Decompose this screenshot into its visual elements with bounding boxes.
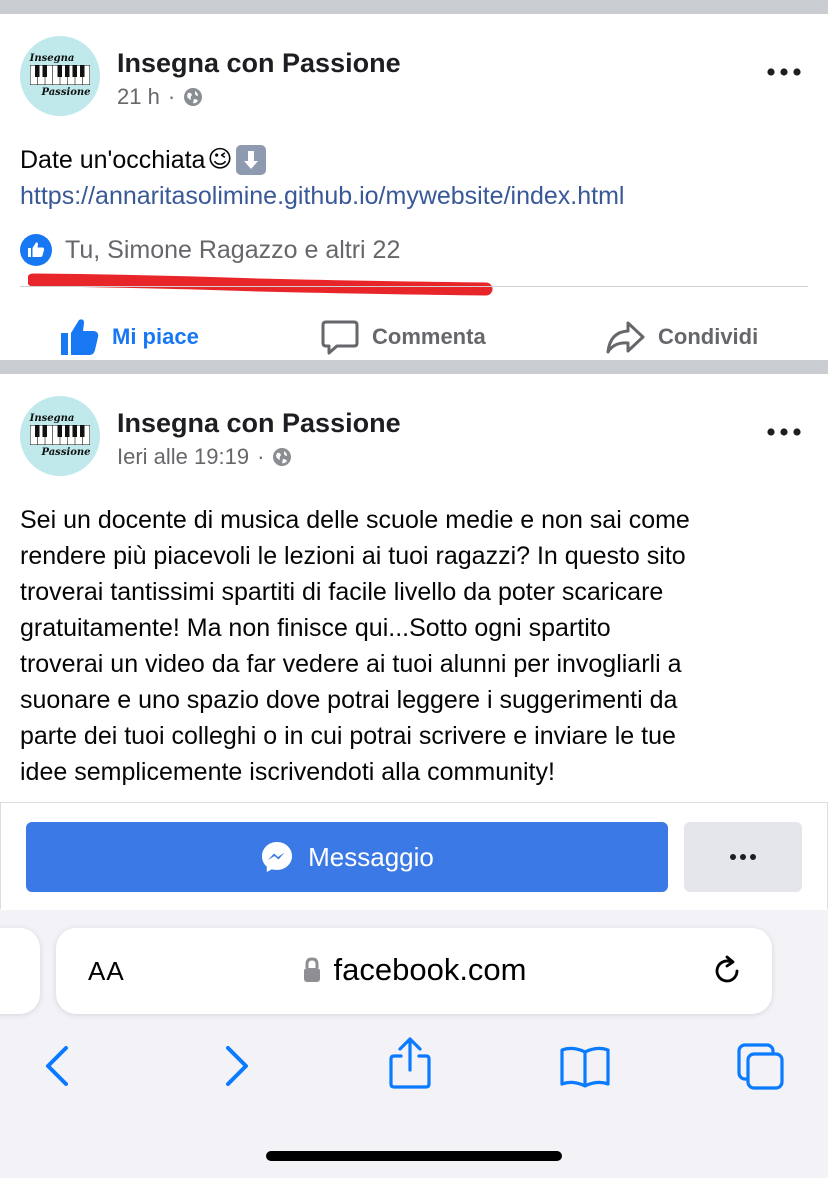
previous-tab-pill[interactable]	[0, 928, 40, 1014]
url-display[interactable]: facebook.com	[56, 952, 772, 988]
share-button[interactable]: Condividi	[604, 314, 758, 360]
avatar-text-bottom: Passione	[41, 87, 91, 98]
reload-icon[interactable]	[710, 954, 744, 988]
message-button-label: Messaggio	[308, 841, 434, 872]
meta-separator: ·	[167, 84, 176, 109]
share-label: Condividi	[658, 324, 759, 349]
more-icon	[730, 854, 756, 860]
post-link[interactable]: https://annaritasolimine.github.io/myweb…	[20, 178, 624, 214]
comment-button[interactable]: Commenta	[320, 314, 486, 360]
post-card-1: Insegna Passione Insegna con Passione 21…	[0, 14, 828, 360]
piano-keys-logo	[30, 425, 90, 445]
home-indicator	[266, 1151, 562, 1161]
message-more-button[interactable]	[684, 822, 802, 892]
bookmarks-icon[interactable]	[558, 1044, 612, 1088]
wink-emoji: 😉	[207, 146, 233, 173]
post-line: Sei un docente di musica delle scuole me…	[20, 506, 690, 534]
comment-label: Commenta	[372, 324, 486, 349]
like-label: Mi piace	[112, 324, 199, 349]
reactions-text: Tu, Simone Ragazzo e altri 22	[65, 235, 401, 264]
message-box: Messaggio	[0, 802, 828, 909]
post-line: suonare e uno spazio dove potrai leggere…	[20, 686, 678, 714]
address-bar[interactable]: AA facebook.com	[56, 928, 772, 1014]
post-time[interactable]: Ieri alle 19:19	[117, 444, 249, 470]
post-card-2: Insegna Passione Insegna con Passione Ie…	[0, 374, 828, 910]
more-icon[interactable]	[764, 422, 804, 442]
page-avatar[interactable]: Insegna Passione	[20, 36, 100, 116]
page-avatar[interactable]: Insegna Passione	[20, 396, 100, 476]
post-meta: 21 h ·	[117, 84, 203, 110]
avatar-text-bottom: Passione	[41, 447, 91, 458]
reactions-row[interactable]: Tu, Simone Ragazzo e altri 22	[20, 234, 400, 266]
post-meta: Ieri alle 19:19 ·	[117, 444, 292, 470]
share-icon	[606, 321, 645, 354]
comment-icon	[321, 320, 359, 355]
post-time[interactable]: 21 h	[117, 84, 160, 110]
lock-icon	[303, 957, 320, 982]
post-line: rendere più piacevoli le lezioni ai tuoi…	[20, 542, 686, 570]
post-line: troverai tantissimi spartiti di facile l…	[20, 578, 664, 606]
post-text-content: Date un'occhiata	[20, 146, 206, 174]
post-line: parte dei tuoi colleghi o in cui potrai …	[20, 722, 676, 750]
globe-icon	[273, 448, 292, 466]
piano-keys-logo	[30, 65, 90, 85]
post-line: gratuitamente! Ma non finisce qui...Sott…	[20, 614, 611, 642]
post-body: Sei un docente di musica delle scuole me…	[20, 502, 690, 790]
post-line: troverai un video da far vedere ai tuoi …	[20, 650, 682, 678]
page-name[interactable]: Insegna con Passione	[117, 408, 401, 439]
back-icon[interactable]	[40, 1044, 76, 1088]
more-icon[interactable]	[764, 62, 804, 82]
avatar-text-top: Insegna	[29, 53, 75, 64]
url-domain: facebook.com	[333, 952, 527, 987]
message-button[interactable]: Messaggio	[26, 822, 668, 892]
post-line: idee semplicemente iscrivendoti alla com…	[20, 758, 555, 786]
like-button[interactable]: Mi piace	[58, 314, 199, 360]
forward-icon[interactable]	[218, 1044, 254, 1088]
meta-separator: ·	[257, 444, 265, 469]
page-name[interactable]: Insegna con Passione	[117, 48, 401, 79]
messenger-icon	[262, 842, 293, 872]
globe-icon	[184, 88, 203, 106]
post-text: Date un'occhiata 😉	[20, 142, 267, 178]
share-sheet-icon[interactable]	[386, 1036, 434, 1090]
tabs-icon[interactable]	[736, 1042, 786, 1092]
like-reaction-icon	[20, 234, 52, 266]
actions-divider	[20, 286, 808, 287]
like-icon	[61, 319, 99, 355]
down-arrow-emoji	[236, 145, 267, 175]
down-arrow-icon	[244, 151, 259, 169]
avatar-text-top: Insegna	[29, 413, 75, 424]
top-divider	[0, 0, 828, 14]
